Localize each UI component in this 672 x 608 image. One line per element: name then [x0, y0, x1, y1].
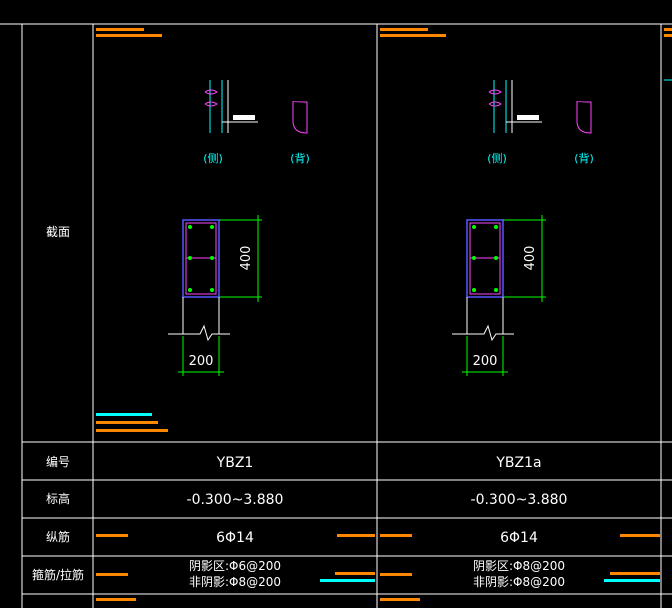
- row-label-stirrup: 箍筋/拉筋: [32, 567, 84, 582]
- row-label-section: 截面: [46, 225, 70, 239]
- dimension-width: 200: [462, 336, 508, 376]
- table-grid: [0, 23, 672, 608]
- row-label-number: 编号: [46, 454, 70, 469]
- ratio-note: [610, 572, 660, 575]
- back-elevation-label: (背): [574, 151, 594, 165]
- next-row-note: [380, 598, 420, 601]
- back-elevation-sketch: (背): [574, 100, 594, 165]
- row-label-longitudinal: 纵筋: [46, 529, 70, 544]
- number-value: YBZ1a: [495, 455, 541, 471]
- elevation-value: -0.300~3.880: [187, 492, 284, 508]
- header-note-line: [96, 28, 144, 31]
- stirrup-edge-value: 阴影区:Φ8@200: [473, 559, 565, 573]
- stirrup-other-value: 非阴影:Φ8@200: [189, 575, 281, 589]
- next-row-note: [96, 598, 136, 601]
- ratio-note: [337, 534, 375, 537]
- back-elevation-sketch: (背): [290, 100, 310, 165]
- dimension-height: 400: [503, 215, 546, 302]
- dimension-height-label: 400: [523, 246, 538, 271]
- row-labels: 截面 编号 标高 纵筋 箍筋/拉筋: [32, 225, 84, 582]
- callout-text-block: [517, 115, 539, 120]
- longitudinal-value: 6Φ14: [216, 530, 254, 546]
- dimension-width-label: 200: [189, 354, 214, 369]
- ratio-note: [380, 534, 412, 537]
- wall-section: [168, 219, 230, 342]
- header-note-line: [96, 34, 162, 37]
- dimension-height: 400: [219, 215, 262, 302]
- ratio-note: [380, 573, 412, 576]
- header-note-line: [380, 28, 428, 31]
- ratio-note: [96, 534, 128, 537]
- right-edge-partial: [664, 28, 672, 81]
- side-elevation-sketch: (侧): [487, 80, 542, 165]
- back-elevation-label: (背): [290, 151, 310, 165]
- ratio-note: [320, 579, 375, 582]
- ratio-note: [604, 579, 660, 582]
- dimension-width-label: 200: [473, 354, 498, 369]
- row-label-elevation: 标高: [46, 491, 70, 506]
- header-note-line: [380, 34, 446, 37]
- dimension-height-label: 400: [239, 246, 254, 271]
- ratio-note: [96, 573, 128, 576]
- cad-table-svg: 截面 编号 标高 纵筋 箍筋/拉筋 (侧) (背) 400 200 YBZ1 -…: [0, 23, 672, 608]
- dimension-width: 200: [178, 336, 224, 376]
- note-line: [96, 421, 158, 424]
- side-elevation-label: (侧): [203, 152, 223, 165]
- note-line: [96, 429, 168, 432]
- cad-drawing-canvas[interactable]: 截面 编号 标高 纵筋 箍筋/拉筋 (侧) (背) 400 200 YBZ1 -…: [0, 0, 672, 608]
- number-value: YBZ1: [216, 455, 254, 471]
- column-ybz1a: (侧) (背) 400 200 YBZ1a -0.300~3.880 6Φ14 …: [380, 28, 660, 589]
- callout-text-block: [233, 115, 255, 120]
- elevation-value: -0.300~3.880: [471, 492, 568, 508]
- ratio-note: [620, 534, 660, 537]
- longitudinal-value: 6Φ14: [500, 530, 538, 546]
- ratio-note: [335, 572, 375, 575]
- side-elevation-sketch: (侧): [203, 80, 258, 165]
- stirrup-edge-value: 阴影区:Φ6@200: [189, 559, 281, 573]
- wall-section: [452, 219, 514, 342]
- side-elevation-label: (侧): [487, 152, 507, 165]
- note-line: [96, 413, 152, 416]
- stirrup-other-value: 非阴影:Φ8@200: [473, 575, 565, 589]
- column-ybz1: (侧) (背) 400 200 YBZ1 -0.300~3.880 6Φ14 阴…: [96, 28, 375, 589]
